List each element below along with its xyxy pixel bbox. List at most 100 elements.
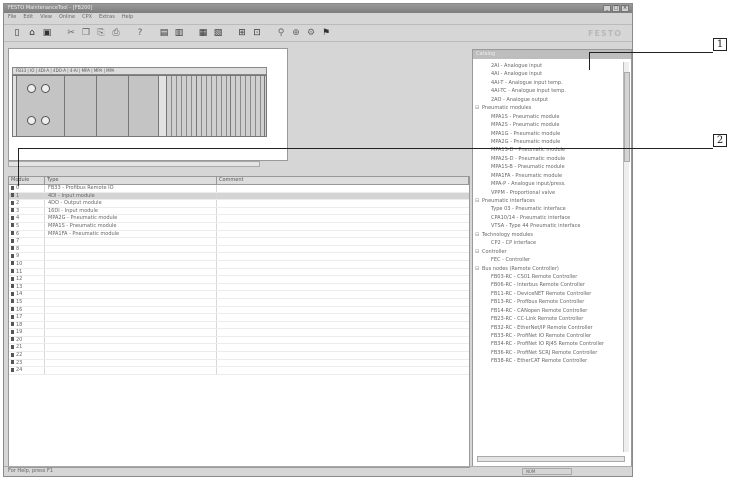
table-row[interactable]: 16 (9, 306, 469, 315)
module-comment[interactable] (217, 185, 469, 192)
catalog-item[interactable]: FB33-RC - ProfiNet IO Remote Controller (473, 332, 623, 340)
module-comment[interactable] (217, 200, 469, 207)
catalog-group[interactable]: Pneumatic modules (473, 104, 623, 113)
module-comment[interactable] (217, 322, 469, 329)
catalog-group[interactable]: Controller (473, 248, 623, 257)
copy-icon[interactable]: ❐ (80, 27, 92, 39)
open-icon[interactable]: ⌂ (26, 27, 38, 39)
catalog-item[interactable]: MPA2G - Pneumatic module (473, 138, 623, 146)
catalog-item[interactable]: MPA1S - Pneumatic module (473, 113, 623, 121)
catalog-item[interactable]: FB03-RC - CS01 Remote Controller (473, 273, 623, 281)
paste-icon[interactable]: ⎘ (95, 27, 107, 39)
input-module-16[interactable] (129, 76, 159, 136)
module-comment[interactable] (217, 367, 469, 374)
module-comment[interactable] (217, 238, 469, 245)
table-row[interactable]: 10 (9, 260, 469, 269)
catalog-group[interactable]: Bus nodes (Remote Controller) (473, 265, 623, 274)
output-module[interactable] (97, 76, 129, 136)
table-row[interactable]: 1 4DI - Input module (9, 192, 469, 201)
module-comment[interactable] (217, 291, 469, 298)
module-icon[interactable]: ▤ (158, 27, 170, 39)
table-row[interactable]: 23 (9, 359, 469, 368)
module-comment[interactable] (217, 231, 469, 238)
tree2-icon[interactable]: ⊡ (251, 27, 263, 39)
module-comment[interactable] (217, 352, 469, 359)
pneumatic-module[interactable] (231, 76, 265, 136)
module-comment[interactable] (217, 299, 469, 306)
table-row[interactable]: 9 (9, 253, 469, 261)
catalog-item[interactable]: FB06-RC - Interbus Remote Controller (473, 281, 623, 289)
menu-edit[interactable]: Edit (23, 13, 33, 22)
catalog-item[interactable]: 4AI-TC - Analogue input temp. (473, 87, 623, 95)
catalog-item[interactable]: MPA-P - Analogue input/press. (473, 180, 623, 188)
table-row[interactable]: 7 (9, 238, 469, 246)
table-row[interactable]: 17 (9, 314, 469, 322)
module-comment[interactable] (217, 284, 469, 291)
close-button[interactable]: × (621, 5, 629, 12)
hardware-view[interactable]: FB33 | IO | 4DI-A | 4DO-A | 4-AI | MPA |… (8, 48, 288, 161)
catalog-group[interactable]: Pneumatic interfaces (473, 197, 623, 206)
col-module[interactable]: Module (9, 177, 45, 184)
module-comment[interactable] (217, 253, 469, 260)
module-comment[interactable] (217, 246, 469, 253)
module-comment[interactable] (217, 344, 469, 351)
table-row[interactable]: 4 MPA2G - Pneumatic module (9, 215, 469, 223)
catalog-item[interactable]: 4AI - Analogue input (473, 70, 623, 78)
catalog-item[interactable]: MPA2S-D - Pneumatic module (473, 155, 623, 163)
minimize-button[interactable]: _ (603, 5, 611, 12)
table-row[interactable]: 18 (9, 321, 469, 330)
module-comment[interactable] (217, 307, 469, 314)
menu-online[interactable]: Online (59, 13, 75, 22)
catalog-item[interactable]: FB36-RC - ProfiNet SCRJ Remote Controlle… (473, 349, 623, 357)
catalog-item[interactable]: FB38-RC - EtherCAT Remote Controller (473, 357, 623, 365)
module2-icon[interactable]: ▥ (173, 27, 185, 39)
catalog-hscrollbar[interactable] (477, 456, 625, 462)
table-row[interactable]: 0 FB33 - Profibus Remote IO (9, 185, 469, 193)
input-module[interactable] (65, 76, 97, 136)
flag-icon[interactable]: ⚑ (320, 27, 332, 39)
find-icon[interactable]: ⚲ (275, 27, 287, 39)
tree-icon[interactable]: ⊞ (236, 27, 248, 39)
table-row[interactable]: 20 (9, 336, 469, 345)
module-comment[interactable] (217, 337, 469, 344)
catalog-item[interactable]: FB13-RC - Profibus Remote Controller (473, 298, 623, 306)
catalog-item[interactable]: FB32-RC - EtherNet/IP Remote Controller (473, 324, 623, 332)
menu-view[interactable]: View (40, 13, 52, 22)
module-comment[interactable] (217, 223, 469, 230)
catalog-item[interactable]: VTSA - Type 44 Pneumatic interface (473, 222, 623, 230)
table-row[interactable]: 11 (9, 268, 469, 277)
table-row[interactable]: 24 (9, 367, 469, 375)
catalog-item[interactable]: MPA1FA - Pneumatic module (473, 172, 623, 180)
table-row[interactable]: 8 (9, 245, 469, 254)
cpx-terminal-graphic[interactable]: FB33 | IO | 4DI-A | 4DO-A | 4-AI | MPA |… (12, 67, 267, 145)
table-row[interactable]: 15 (9, 298, 469, 307)
info-icon[interactable]: ? (134, 27, 146, 39)
catalog-item[interactable]: 2AO - Analogue output (473, 96, 623, 104)
online-icon[interactable]: ⊕ (290, 27, 302, 39)
module-comment[interactable] (217, 314, 469, 321)
module-comment[interactable] (217, 276, 469, 283)
interface-module[interactable] (159, 76, 167, 136)
catalog-item[interactable]: FEC - Controller (473, 256, 623, 264)
table-row[interactable]: 6 MPA1FA - Pneumatic module (9, 230, 469, 239)
module-comment[interactable] (217, 261, 469, 268)
catalog-item[interactable]: CP2 - CP interface (473, 239, 623, 247)
catalog-item[interactable]: CPA10/14 - Pneumatic interface (473, 214, 623, 222)
table-row[interactable]: 2 4DO - Output module (9, 200, 469, 208)
table-row[interactable]: 19 (9, 329, 469, 337)
cut-icon[interactable]: ✂ (65, 27, 77, 39)
catalog-item[interactable]: MPA2S - Pneumatic module (473, 121, 623, 129)
save-icon[interactable]: ▣ (41, 27, 53, 39)
new-icon[interactable]: ▯ (11, 27, 23, 39)
table-row[interactable]: 14 (9, 291, 469, 299)
module-comment[interactable] (217, 329, 469, 336)
catalog-item[interactable]: MPA1S-B - Pneumatic module (473, 163, 623, 171)
col-comment[interactable]: Comment (217, 177, 469, 184)
table-row[interactable]: 12 (9, 276, 469, 284)
menu-extras[interactable]: Extras (99, 13, 115, 22)
catalog-group[interactable]: Technology modules (473, 231, 623, 240)
grid-icon[interactable]: ▦ (197, 27, 209, 39)
menu-file[interactable]: File (8, 13, 16, 22)
print-icon[interactable]: ⎙ (110, 27, 122, 39)
pneumatic-module[interactable] (197, 76, 231, 136)
